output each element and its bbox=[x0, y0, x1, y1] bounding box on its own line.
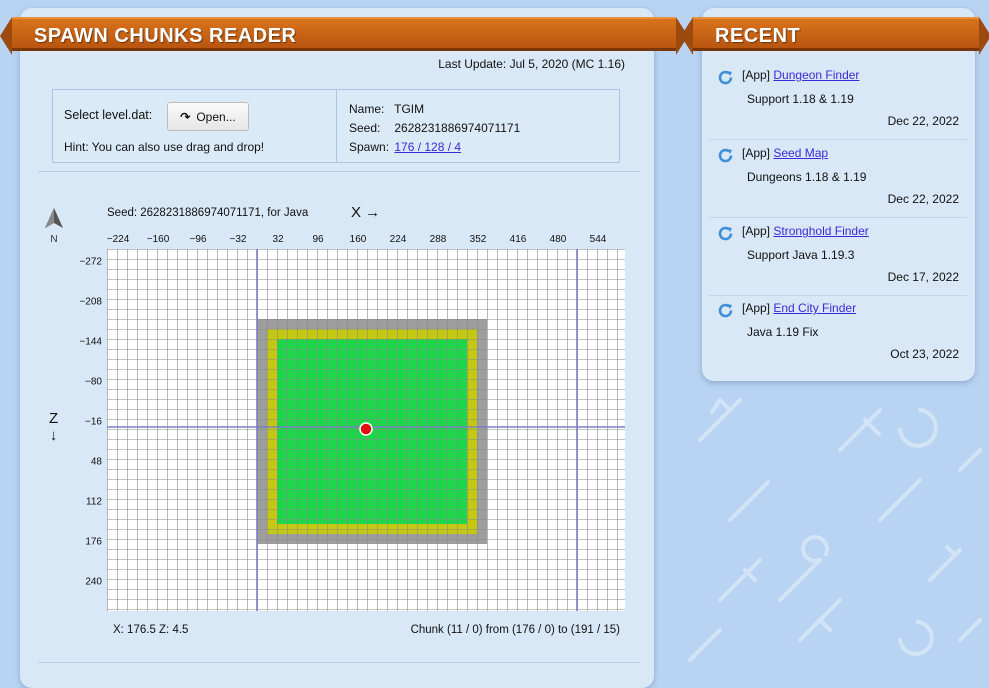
recent-item-date: Dec 22, 2022 bbox=[887, 192, 959, 206]
recent-title: RECENT bbox=[681, 17, 989, 55]
recent-item-tag: [App] bbox=[742, 68, 771, 82]
recent-item-subtitle: Support 1.18 & 1.19 bbox=[747, 92, 854, 106]
recent-item-link[interactable]: Stronghold Finder bbox=[773, 224, 868, 238]
recent-item-subtitle: Support Java 1.19.3 bbox=[747, 248, 855, 262]
recent-item-title: [App] End City Finder bbox=[742, 301, 856, 315]
recent-item-link[interactable]: End City Finder bbox=[773, 301, 856, 315]
recent-item: [App] Stronghold Finder Support Java 1.1… bbox=[709, 218, 967, 296]
app-title: SPAWN CHUNKS READER bbox=[0, 17, 688, 55]
recent-item-subtitle: Java 1.19 Fix bbox=[747, 325, 819, 339]
refresh-icon bbox=[718, 148, 733, 163]
recent-item-tag: [App] bbox=[742, 301, 771, 315]
recent-item-date: Dec 22, 2022 bbox=[887, 114, 959, 128]
refresh-icon bbox=[718, 70, 733, 85]
recent-item-title: [App] Stronghold Finder bbox=[742, 224, 869, 238]
recent-item-subtitle: Dungeons 1.18 & 1.19 bbox=[747, 170, 867, 184]
recent-item-link[interactable]: Dungeon Finder bbox=[773, 68, 859, 82]
recent-item: [App] Seed Map Dungeons 1.18 & 1.19 Dec … bbox=[709, 140, 967, 218]
refresh-icon bbox=[718, 226, 733, 241]
recent-item-tag: [App] bbox=[742, 224, 771, 238]
recent-item: [App] Dungeon Finder Support 1.18 & 1.19… bbox=[709, 62, 967, 140]
recent-item-date: Dec 17, 2022 bbox=[887, 270, 959, 284]
recent-item-title: [App] Seed Map bbox=[742, 146, 828, 160]
recent-item: [App] End City Finder Java 1.19 Fix Oct … bbox=[709, 295, 967, 372]
refresh-icon bbox=[718, 303, 733, 318]
recent-item-title: [App] Dungeon Finder bbox=[742, 68, 859, 82]
recent-item-date: Oct 23, 2022 bbox=[890, 347, 959, 361]
recent-item-tag: [App] bbox=[742, 146, 771, 160]
recent-item-link[interactable]: Seed Map bbox=[773, 146, 828, 160]
